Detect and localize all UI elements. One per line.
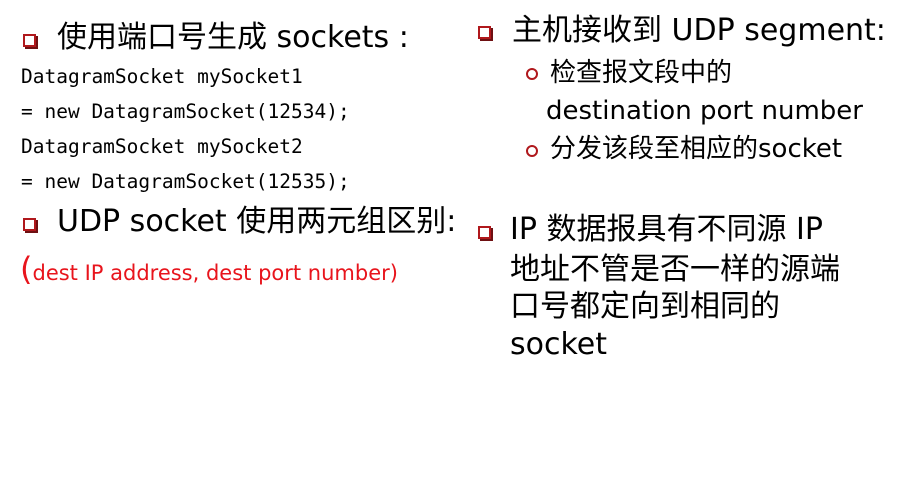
circle-bullet-icon <box>526 145 538 157</box>
host-receives-bullet-text: 主机接收到 UDP segment: <box>512 13 886 48</box>
code-line-4: = new DatagramSocket(12535); <box>21 170 350 193</box>
ip-datagram-line-1: IP 数据报具有不同源 IP <box>510 212 823 247</box>
circle-bullet-icon <box>526 68 538 80</box>
destination-port-text: destination port number <box>546 96 863 126</box>
square-bullet-icon <box>478 26 491 39</box>
ip-datagram-line-2: 地址不管是否一样的源端 <box>510 252 840 287</box>
sockets-bullet-text: 使用端口号生成 sockets : <box>57 20 409 55</box>
square-bullet-icon <box>23 218 36 231</box>
code-line-3: DatagramSocket mySocket2 <box>21 135 303 158</box>
dispatch-segment-text: 分发该段至相应的socket <box>550 134 843 164</box>
square-bullet-icon <box>478 226 491 239</box>
square-bullet-icon <box>23 34 36 47</box>
code-line-1: DatagramSocket mySocket1 <box>21 65 303 88</box>
code-line-2: = new DatagramSocket(12534); <box>21 100 350 123</box>
tuple-definition: (dest IP address, dest port number) <box>20 250 398 288</box>
tuple-text: dest IP address, dest port number) <box>32 261 398 285</box>
ip-datagram-line-3: 口号都定向到相同的 <box>510 289 780 324</box>
check-segment-text: 检查报文段中的 <box>550 58 733 88</box>
udp-socket-bullet-text: UDP socket 使用两元组区别: <box>57 204 457 239</box>
ip-datagram-line-4: socket <box>510 327 608 362</box>
tuple-open-paren: ( <box>20 250 33 288</box>
